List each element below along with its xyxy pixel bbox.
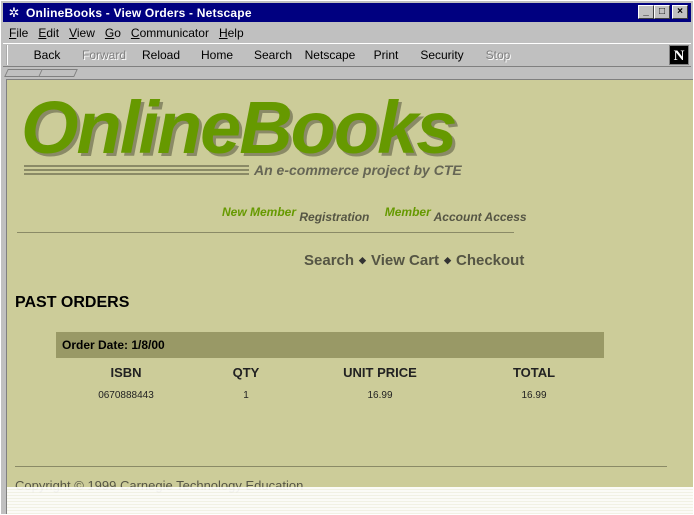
- back-button[interactable]: Back: [18, 48, 76, 62]
- page-title: PAST ORDERS: [15, 294, 130, 311]
- navigation-toolbar: Back Forward Reload Home Search Netscape…: [3, 43, 691, 67]
- netscape-logo[interactable]: N: [669, 45, 689, 65]
- cell-total: 16.99: [521, 389, 547, 401]
- member-account-access-link[interactable]: Member Account Access: [384, 205, 527, 224]
- registration-label: Registration: [299, 210, 370, 224]
- stop-button[interactable]: Stop: [470, 48, 526, 62]
- toolbar-grip[interactable]: [6, 45, 12, 65]
- footer-divider: [15, 466, 667, 467]
- cell-isbn: 0670888443: [98, 389, 154, 401]
- menu-go[interactable]: Go: [105, 26, 121, 40]
- toolbar-tabs: [3, 68, 691, 78]
- new-member-registration-link[interactable]: New Member Registration: [222, 205, 369, 224]
- column-header-qty: QTY: [232, 364, 260, 380]
- new-member-label: New Member: [222, 205, 297, 219]
- nav-view-cart-link[interactable]: View Cart: [371, 252, 439, 269]
- window-title: OnlineBooks - View Orders - Netscape: [26, 5, 252, 20]
- logo-tagline: An e-commerce project by CTE: [254, 162, 462, 178]
- nav-separator: ◆: [444, 255, 451, 265]
- order-header: Order Date: 1/8/00: [56, 332, 604, 358]
- home-button[interactable]: Home: [190, 48, 244, 62]
- menu-communicator[interactable]: Communicator: [131, 26, 209, 40]
- print-button[interactable]: Print: [358, 48, 414, 62]
- collapse-tab-location[interactable]: [38, 69, 78, 77]
- menu-bar: File Edit View Go Communicator Help: [3, 23, 691, 42]
- cell-unit-price: 16.99: [367, 389, 393, 401]
- table-row: 0670888443 1 16.99 16.99: [56, 384, 604, 406]
- menu-view[interactable]: View: [69, 26, 95, 40]
- netscape-button[interactable]: Netscape: [302, 48, 358, 62]
- page-content: OnlineBooks An e-commerce project by CTE…: [6, 79, 693, 514]
- cell-qty: 1: [243, 389, 249, 401]
- window-controls: _ □ ×: [638, 5, 688, 19]
- logo-text: OnlineBooks: [21, 86, 457, 169]
- close-button[interactable]: ×: [672, 5, 688, 19]
- forward-button[interactable]: Forward: [76, 48, 132, 62]
- netscape-app-icon[interactable]: ✲: [6, 5, 22, 21]
- account-access-label: Account Access: [433, 210, 527, 224]
- menu-edit[interactable]: Edit: [38, 26, 59, 40]
- column-header-isbn: ISBN: [110, 364, 142, 380]
- minimize-button[interactable]: _: [638, 5, 654, 19]
- site-nav: Search ◆ View Cart ◆ Checkout: [304, 252, 524, 269]
- member-label: Member: [384, 205, 431, 219]
- rendering-overlay: [7, 487, 693, 514]
- browser-window: ✲ OnlineBooks - View Orders - Netscape _…: [0, 0, 694, 515]
- nav-checkout-link[interactable]: Checkout: [456, 252, 524, 269]
- nav-search-link[interactable]: Search: [304, 252, 354, 269]
- security-button[interactable]: Security: [414, 48, 470, 62]
- order-date: Order Date: 1/8/00: [62, 338, 165, 352]
- order-items-table: ISBN QTY UNIT PRICE TOTAL 0670888443 1 1…: [56, 360, 604, 406]
- menu-file[interactable]: File: [9, 26, 28, 40]
- column-header-unit-price: UNIT PRICE: [343, 364, 417, 380]
- menu-help[interactable]: Help: [219, 26, 244, 40]
- reload-button[interactable]: Reload: [132, 48, 190, 62]
- nav-separator: ◆: [359, 255, 366, 265]
- logo-lines: [24, 165, 249, 177]
- site-logo[interactable]: OnlineBooks An e-commerce project by CTE: [21, 88, 491, 183]
- table-header-row: ISBN QTY UNIT PRICE TOTAL: [56, 360, 604, 384]
- column-header-total: TOTAL: [512, 364, 556, 380]
- title-bar[interactable]: ✲ OnlineBooks - View Orders - Netscape _…: [3, 3, 691, 22]
- search-button[interactable]: Search: [244, 48, 302, 62]
- header-divider: [17, 232, 514, 233]
- maximize-button[interactable]: □: [654, 5, 670, 19]
- member-links: New Member Registration Member Account A…: [222, 205, 539, 224]
